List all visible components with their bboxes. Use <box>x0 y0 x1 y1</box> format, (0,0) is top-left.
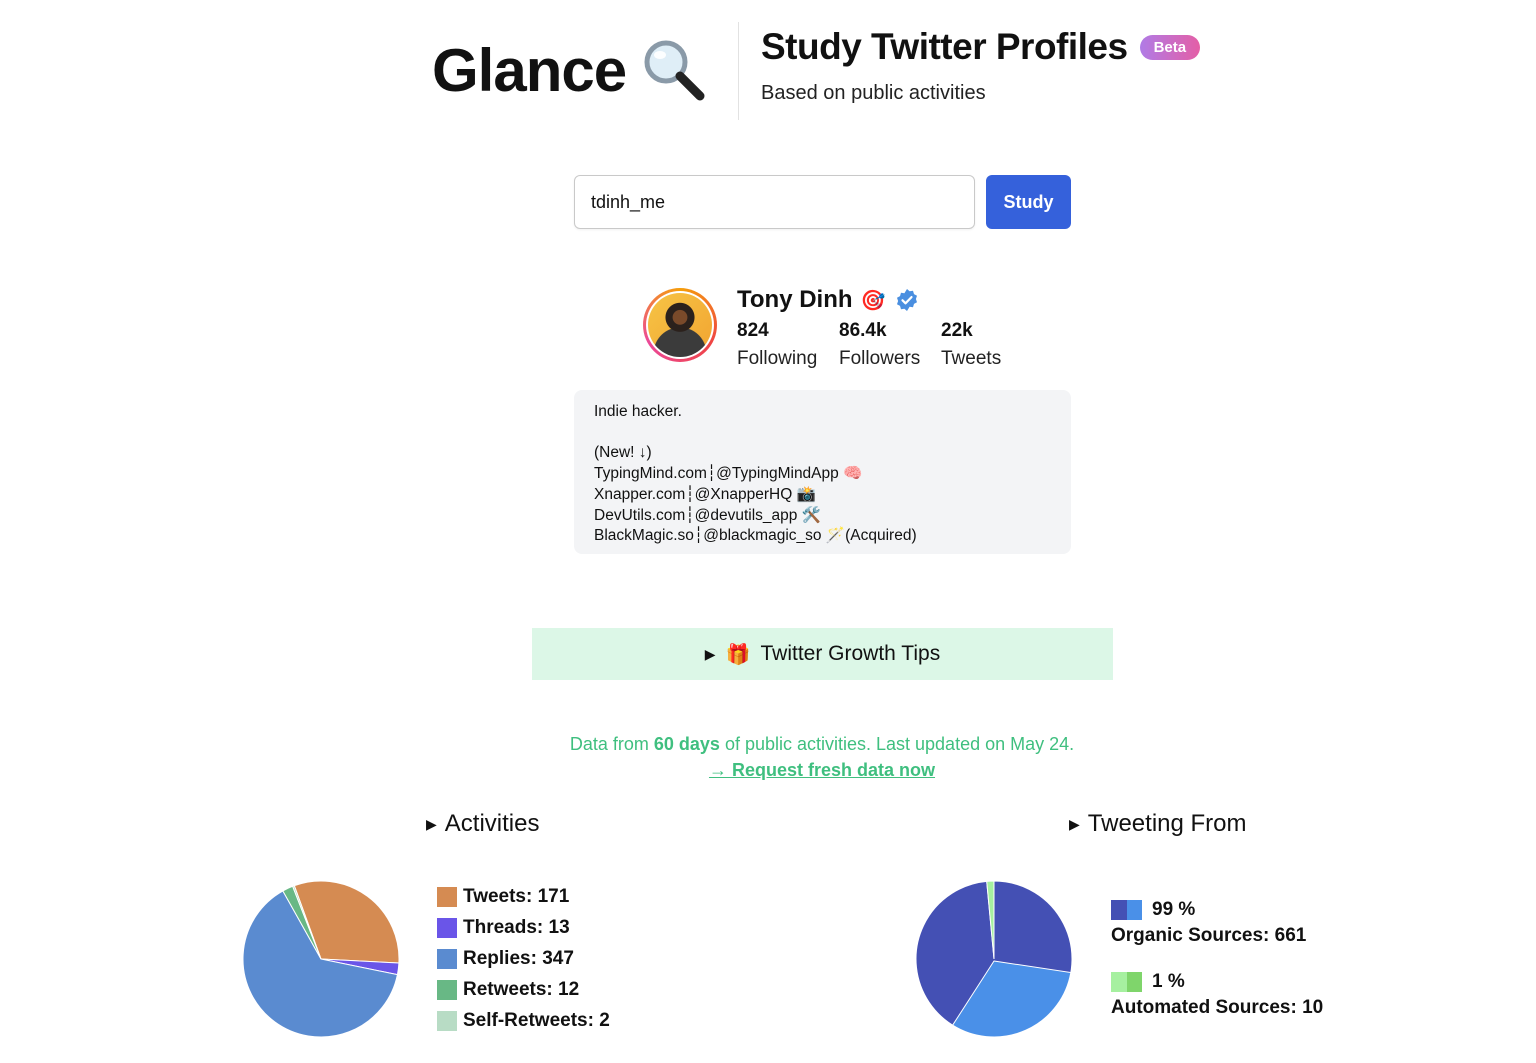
dart-icon: 🎯 <box>860 289 886 312</box>
stat-value: 22k <box>941 320 973 341</box>
logo-text: Glance <box>432 36 627 104</box>
automated-sources: 1 % Automated Sources: 10 <box>1111 969 1323 1021</box>
activities-toggle[interactable]: ▶ Activities <box>426 810 539 838</box>
activities-legend: Tweets: 171 Threads: 13 Replies: 347 Ret… <box>437 881 610 1036</box>
disclosure-triangle-icon: ▶ <box>426 815 437 832</box>
study-button[interactable]: Study <box>986 175 1071 229</box>
stat-following[interactable]: 824 Following <box>737 320 817 370</box>
profile-bio: Indie hacker. (New! ↓) TypingMind.com┆@T… <box>574 390 1071 554</box>
legend-item-retweets[interactable]: Retweets: 12 <box>437 974 610 1005</box>
growth-tips-label: Twitter Growth Tips <box>760 642 941 665</box>
legend-item-tweets[interactable]: Tweets: 171 <box>437 881 610 912</box>
logo[interactable]: Glance <box>432 35 708 105</box>
organic-percent: 99 % <box>1152 899 1196 920</box>
magnifier-icon <box>644 40 705 101</box>
legend-swatch <box>437 948 457 969</box>
stat-value: 824 <box>737 320 769 341</box>
legend-item-replies[interactable]: Replies: 347 <box>437 943 610 974</box>
growth-tips-toggle[interactable]: ▶ 🎁 Twitter Growth Tips <box>532 628 1113 680</box>
legend-item-threads[interactable]: Threads: 13 <box>437 912 610 943</box>
profile-name[interactable]: Tony Dinh <box>737 286 853 314</box>
tweeting-from-title: Tweeting From <box>1087 810 1247 837</box>
avatar-image <box>648 293 712 357</box>
stat-tweets[interactable]: 22k Tweets <box>941 320 1001 370</box>
activities-title: Activities <box>444 810 540 837</box>
stat-value: 86.4k <box>839 320 887 341</box>
disclosure-triangle-icon: ▶ <box>704 645 716 662</box>
profile-name-row: Tony Dinh 🎯 <box>737 286 919 314</box>
legend-swatch <box>437 886 457 907</box>
avatar[interactable] <box>643 288 717 362</box>
stat-label: Following <box>737 348 818 369</box>
request-fresh-data: → Request fresh data now <box>0 760 1536 781</box>
stat-followers[interactable]: 86.4k Followers <box>839 320 920 370</box>
automated-label: Automated Sources: 10 <box>1111 997 1324 1018</box>
request-fresh-data-link[interactable]: → Request fresh data now <box>709 760 935 780</box>
organic-sources: 99 % Organic Sources: 661 <box>1111 897 1306 949</box>
organic-swatch <box>1111 900 1142 920</box>
page-subtitle: Based on public activities <box>761 82 986 104</box>
stat-label: Tweets <box>941 348 1002 369</box>
legend-swatch <box>437 917 457 938</box>
tweeting-from-pie-chart <box>915 880 1073 1038</box>
header-divider <box>738 22 739 120</box>
verified-badge-icon <box>897 289 918 311</box>
data-note: Data from 60 days of public activities. … <box>569 734 1075 754</box>
page-title: Study Twitter Profiles <box>761 26 1128 67</box>
beta-badge: Beta <box>1139 34 1201 60</box>
organic-label: Organic Sources: 661 <box>1111 925 1307 946</box>
data-days: 60 days <box>653 734 720 754</box>
tweeting-from-toggle[interactable]: ▶ Tweeting From <box>1069 810 1247 838</box>
gift-icon: 🎁 <box>725 643 751 666</box>
header-title-block: Study Twitter Profiles Beta Based on pub… <box>761 26 1201 105</box>
automated-swatch <box>1111 972 1142 992</box>
stat-label: Followers <box>839 348 921 369</box>
automated-percent: 1 % <box>1152 971 1185 992</box>
legend-item-self-retweets[interactable]: Self-Retweets: 2 <box>437 1005 610 1036</box>
legend-swatch <box>437 1010 457 1031</box>
activities-pie-chart <box>242 880 400 1038</box>
legend-swatch <box>437 979 457 1000</box>
username-input[interactable] <box>574 175 975 229</box>
disclosure-triangle-icon: ▶ <box>1069 815 1080 832</box>
app-header: Glance <box>432 20 708 120</box>
